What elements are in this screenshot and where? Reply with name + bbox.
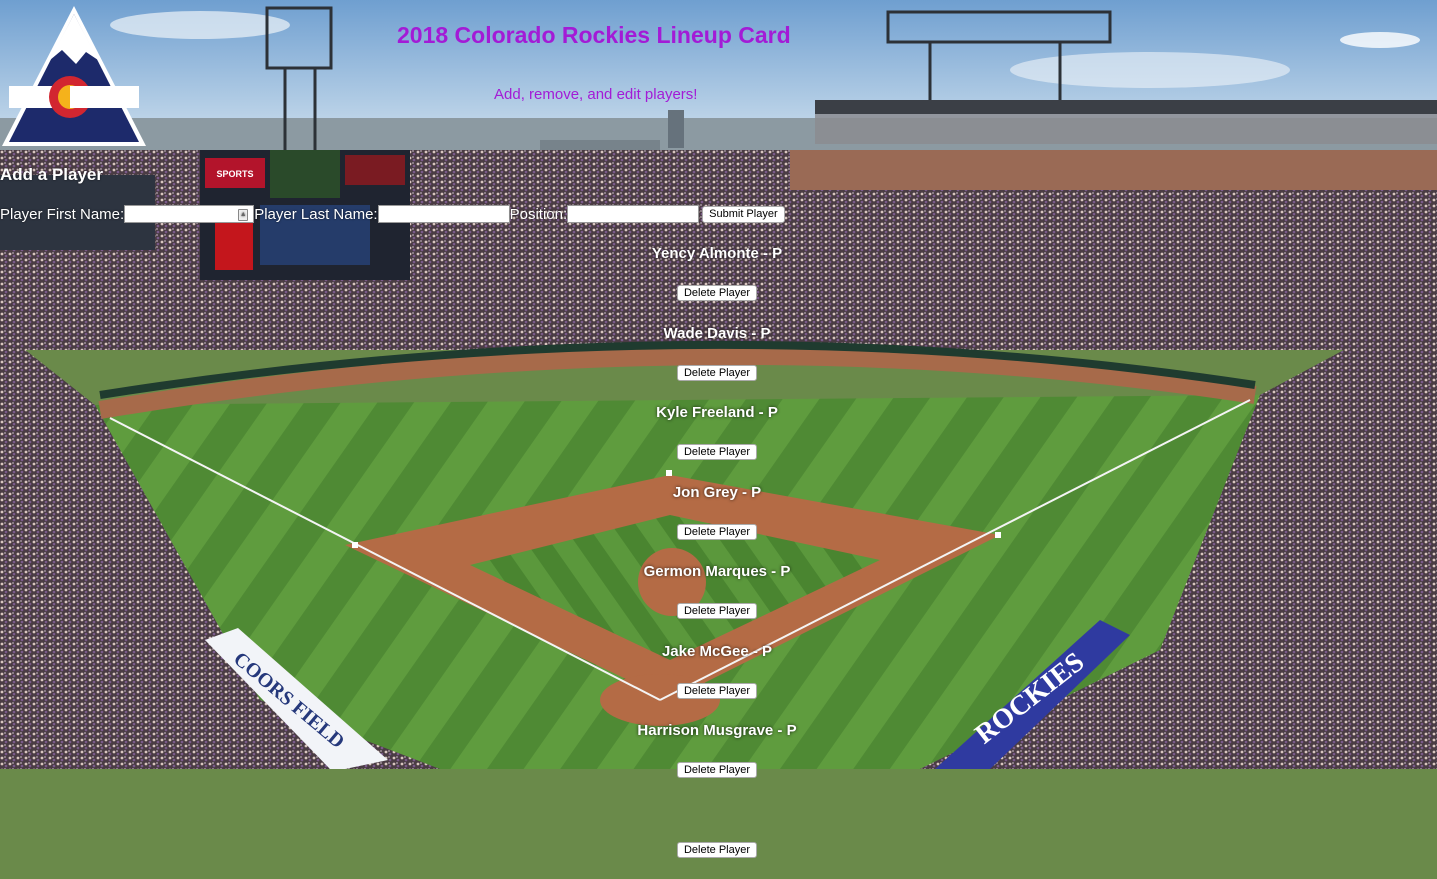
player-entry: Germon Marques - P Delete Player [567, 561, 867, 641]
player-name: Yency Almonte - P [567, 243, 867, 265]
player-name: Kyle Freeland - P [567, 402, 867, 424]
add-player-heading: Add a Player [0, 165, 103, 185]
first-name-field-wrapper: ▲ [124, 205, 254, 223]
rockies-logo [0, 2, 148, 148]
submit-player-button[interactable]: Submit Player [702, 206, 784, 223]
first-name-input[interactable] [124, 205, 254, 223]
delete-player-button[interactable]: Delete Player [677, 444, 757, 460]
last-name-input[interactable] [378, 205, 510, 223]
player-entry: Jon Grey - P Delete Player [567, 482, 867, 562]
first-name-label: Player First Name: [0, 206, 124, 223]
player-name: Jon Grey - P [567, 482, 867, 504]
page-subtitle: Add, remove, and edit players! [494, 86, 697, 103]
delete-player-button[interactable]: Delete Player [677, 842, 757, 858]
player-entry: Delete Player [567, 800, 867, 879]
add-player-form: Player First Name: ▲ Player Last Name: P… [0, 204, 785, 224]
delete-player-button[interactable]: Delete Player [677, 524, 757, 540]
player-entry: Wade Davis - P Delete Player [567, 323, 867, 403]
player-entry: Yency Almonte - P Delete Player [567, 243, 867, 323]
delete-player-button[interactable]: Delete Player [677, 762, 757, 778]
player-roster-list: Yency Almonte - P Delete Player Wade Dav… [567, 243, 867, 879]
player-name: Wade Davis - P [567, 323, 867, 345]
delete-player-button[interactable]: Delete Player [677, 285, 757, 301]
player-name: Germon Marques - P [567, 561, 867, 583]
delete-player-button[interactable]: Delete Player [677, 603, 757, 619]
player-entry: Jake McGee - P Delete Player [567, 641, 867, 721]
player-name: Jake McGee - P [567, 641, 867, 663]
position-input[interactable] [567, 205, 699, 223]
player-entry: Harrison Musgrave - P Delete Player [567, 720, 867, 800]
page-title: 2018 Colorado Rockies Lineup Card [397, 22, 791, 49]
delete-player-button[interactable]: Delete Player [677, 365, 757, 381]
player-name: Harrison Musgrave - P [567, 720, 867, 742]
player-name [567, 800, 867, 822]
player-entry: Kyle Freeland - P Delete Player [567, 402, 867, 482]
last-name-label: Player Last Name: [254, 206, 377, 223]
position-label: Position: [510, 206, 568, 223]
autofill-contact-icon[interactable]: ▲ [238, 209, 248, 221]
svg-text:SPORTS: SPORTS [216, 169, 253, 179]
delete-player-button[interactable]: Delete Player [677, 683, 757, 699]
